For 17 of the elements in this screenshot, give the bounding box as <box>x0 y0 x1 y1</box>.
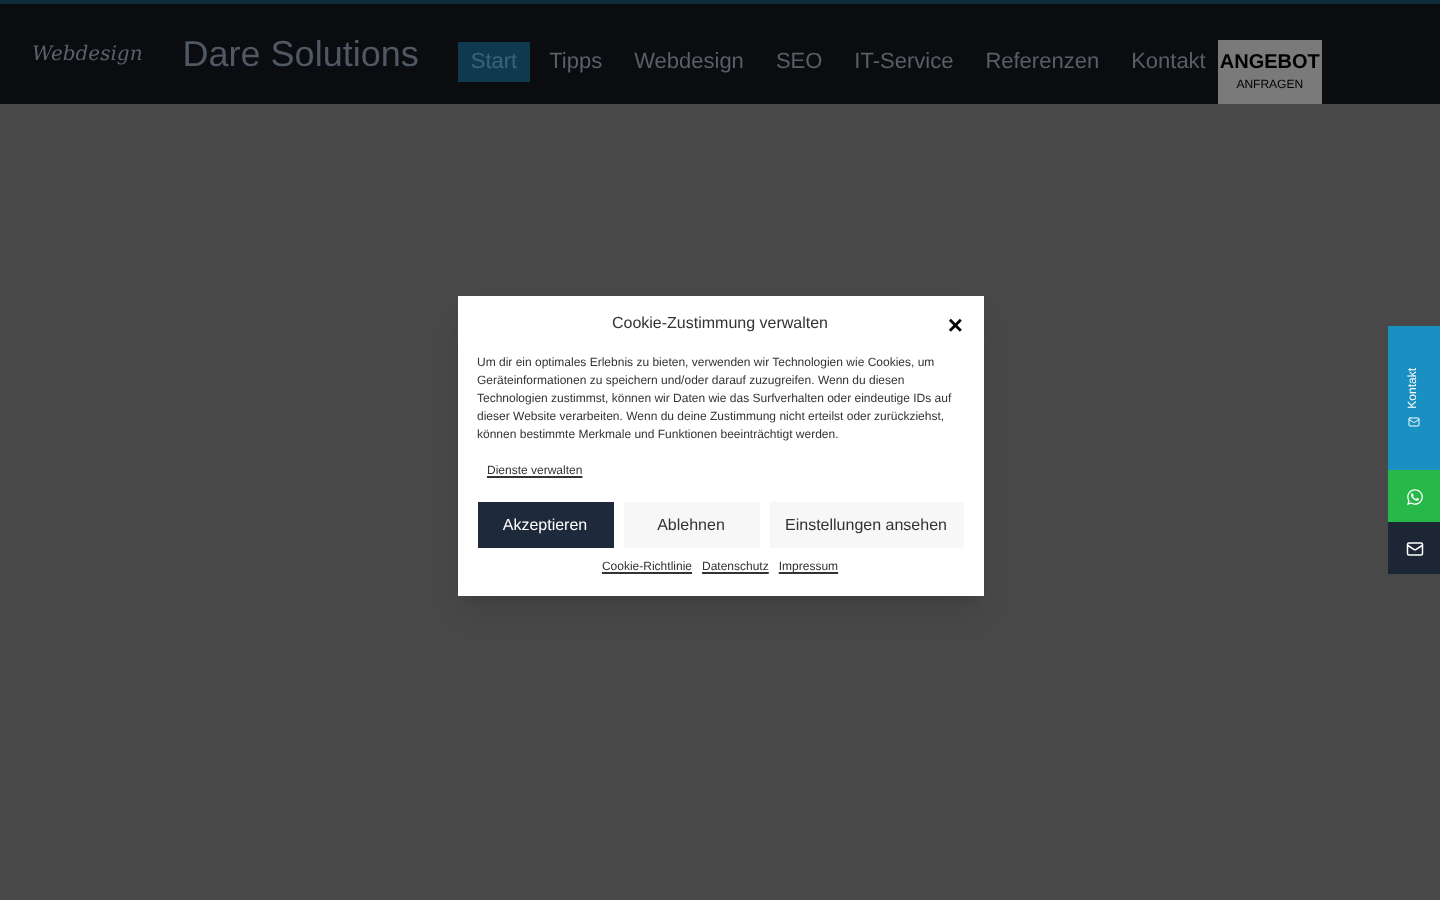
mail-icon <box>1405 539 1423 557</box>
mail-button[interactable] <box>1388 522 1440 574</box>
whatsapp-icon <box>1405 487 1423 505</box>
dialog-title: Cookie-Zustimmung verwalten <box>611 312 829 336</box>
nav-link[interactable]: Kontakt <box>1119 41 1218 83</box>
close-button[interactable]: × <box>947 311 963 337</box>
nav-link[interactable]: SEO <box>763 41 835 83</box>
nav-link[interactable]: Referenzen <box>973 41 1112 83</box>
script-logo[interactable]: Webdesign <box>32 39 143 69</box>
dialog-button[interactable]: Ablehnen <box>623 502 759 548</box>
nav-link[interactable]: IT-Service <box>842 41 966 83</box>
mail-icon <box>1408 416 1420 429</box>
dialog-button[interactable]: Einstellungen ansehen <box>769 502 963 548</box>
brand-name[interactable]: Dare Solutions <box>182 27 419 81</box>
dialog-button[interactable]: Akzeptieren <box>477 502 613 548</box>
nav-link[interactable]: Webdesign <box>622 41 756 83</box>
nav-link[interactable]: Tipps <box>537 41 615 83</box>
